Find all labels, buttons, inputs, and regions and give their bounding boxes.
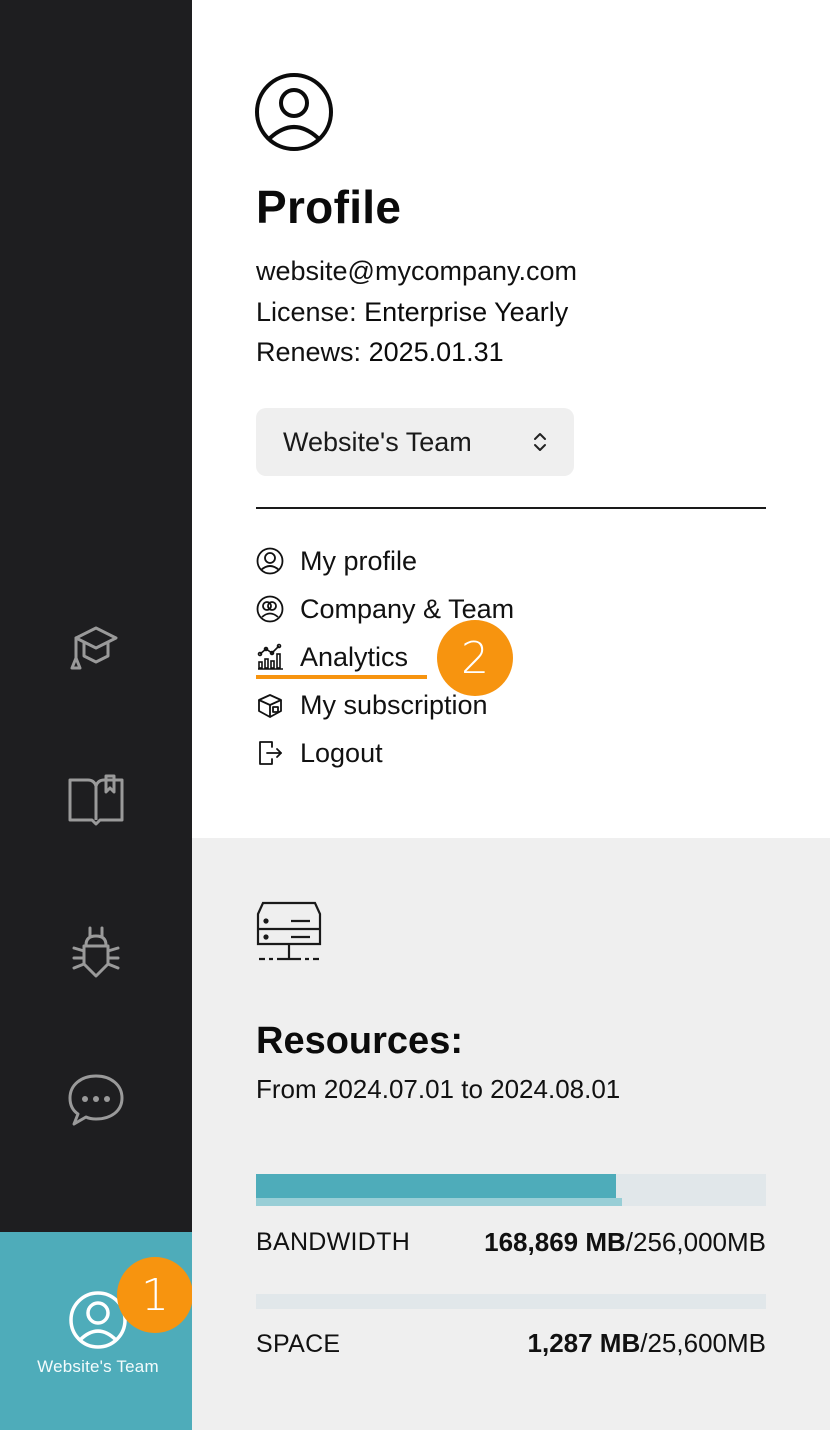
graduation-cap-icon bbox=[70, 626, 118, 670]
logout-icon bbox=[259, 741, 282, 765]
bandwidth-progress-secondary-fill bbox=[256, 1198, 623, 1206]
menu-item-my-subscription[interactable]: My subscription bbox=[256, 685, 488, 725]
renews-line: Renews: 2025.01.31 bbox=[256, 337, 504, 368]
menu-label: Analytics bbox=[300, 641, 409, 672]
page-title: Profile bbox=[256, 181, 402, 233]
sidebar-item-bugs[interactable] bbox=[60, 914, 132, 986]
chat-bubble-icon bbox=[68, 1074, 124, 1126]
bug-icon bbox=[72, 926, 120, 978]
menu-item-logout[interactable]: Logout bbox=[256, 733, 383, 773]
profile-panel: Profile website@mycompany.com License: E… bbox=[192, 0, 830, 838]
team-select[interactable]: Website's Team bbox=[256, 408, 574, 476]
analytics-chart-icon bbox=[257, 643, 283, 670]
box-icon bbox=[258, 694, 282, 718]
profile-email: website@mycompany.com bbox=[256, 256, 578, 286]
license-label: License: bbox=[256, 297, 365, 327]
bandwidth-total: /256,000MB bbox=[625, 1227, 766, 1257]
menu-label: Logout bbox=[300, 737, 383, 768]
sidebar: Website's Team bbox=[0, 0, 192, 1430]
bandwidth-progress-fill bbox=[256, 1174, 616, 1198]
renews-label: Renews: bbox=[256, 337, 369, 367]
sidebar-item-chat[interactable] bbox=[60, 1064, 132, 1136]
bandwidth-value: 168,869 MB/256,000MB bbox=[484, 1227, 766, 1258]
resources-date-range: From 2024.07.01 to 2024.08.01 bbox=[256, 1074, 621, 1104]
profile-avatar-icon bbox=[255, 73, 333, 151]
team-select-value: Website's Team bbox=[283, 426, 472, 457]
menu-item-my-profile[interactable]: My profile bbox=[256, 541, 417, 581]
bandwidth-used: 168,869 MB bbox=[484, 1227, 626, 1257]
team-label: Website's Team bbox=[37, 1357, 159, 1376]
license-value: Enterprise Yearly bbox=[364, 297, 569, 327]
license-line: License: Enterprise Yearly bbox=[256, 297, 568, 328]
space-value: 1,287 MB/25,600MB bbox=[528, 1328, 766, 1359]
resources-title: Resources: bbox=[256, 1020, 463, 1062]
active-menu-underline bbox=[256, 675, 427, 679]
server-icon bbox=[256, 901, 322, 961]
bandwidth-progress-bar bbox=[256, 1174, 766, 1206]
book-icon bbox=[68, 774, 124, 826]
team-icon bbox=[256, 595, 284, 623]
sidebar-item-docs[interactable] bbox=[60, 764, 132, 836]
sidebar-item-courses[interactable] bbox=[60, 614, 132, 686]
space-total: /25,600MB bbox=[640, 1328, 766, 1358]
menu-label: My profile bbox=[300, 545, 418, 576]
divider bbox=[256, 507, 766, 509]
menu-item-analytics[interactable]: Analytics bbox=[256, 637, 408, 677]
step-badge-2: 2 bbox=[437, 620, 513, 696]
user-circle-icon bbox=[256, 547, 284, 575]
space-progress-bar bbox=[256, 1294, 766, 1309]
space-used: 1,287 MB bbox=[527, 1328, 641, 1358]
chevron-up-down-icon bbox=[534, 433, 546, 451]
step-badge-1: 1 bbox=[117, 1257, 193, 1333]
renews-value: 2025.01.31 bbox=[368, 337, 504, 367]
resources-panel: Resources: From 2024.07.01 to 2024.08.01… bbox=[192, 838, 830, 1430]
space-label: SPACE bbox=[256, 1330, 341, 1358]
menu-label: My subscription bbox=[300, 689, 488, 720]
bandwidth-label: BANDWIDTH bbox=[256, 1228, 411, 1256]
